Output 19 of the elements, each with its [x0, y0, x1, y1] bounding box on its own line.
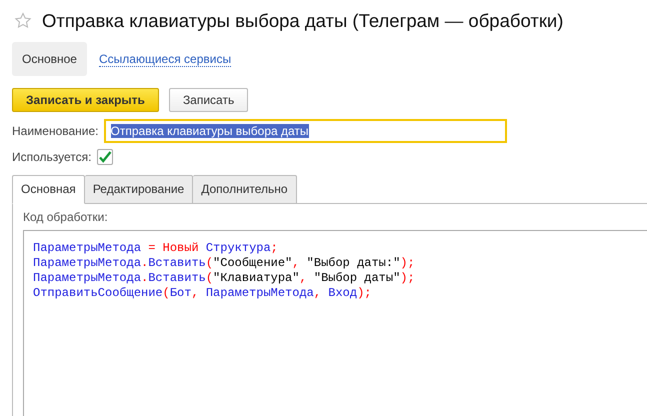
code-line: ПараметрыМетода.Вставить("Сообщение", "Выбор даты:"); [33, 256, 415, 271]
code-label: Код обработки: [23, 210, 109, 224]
name-input-field[interactable]: Отправка клавиатуры выбора даты [104, 119, 507, 143]
window-title: Отправка клавиатуры выбора даты (Телеграм — обработки) [42, 10, 564, 32]
checkbox-label: Используется: [12, 150, 92, 164]
section-tab[interactable]: Основное [12, 42, 87, 76]
code-line: ПараметрыМетода = Новый Структура; [33, 241, 278, 256]
tab[interactable]: Основная [12, 175, 85, 204]
tab[interactable]: Дополнительно [193, 175, 297, 204]
field-label: Наименование: [12, 124, 99, 138]
tab[interactable]: Редактирование [84, 175, 194, 204]
section-tab[interactable]: Ссылающиеся сервисы [98, 52, 232, 66]
code-editor[interactable]: ПараметрыМетода = Новый Структура; ПараметрыМетода.Вставить("Сообщение", "Выбор даты:"); ПараметрыМетода.Вставить("Клавиатура", "Выбор даты"); ОтправитьСообщение(Бот, ПараметрыМетода, Вход); [23, 230, 647, 416]
star-icon[interactable] [14, 12, 32, 30]
save-and-close-button[interactable]: Записать и закрыть [12, 88, 159, 112]
code-line: ПараметрыМетода.Вставить("Клавиатура", "Выбор даты"); [33, 271, 415, 286]
save-button[interactable]: Записать [168, 88, 248, 112]
used-checkbox[interactable] [96, 149, 112, 165]
code-line: ОтправитьСообщение(Бот, ПараметрыМетода, Вход); [33, 286, 372, 301]
